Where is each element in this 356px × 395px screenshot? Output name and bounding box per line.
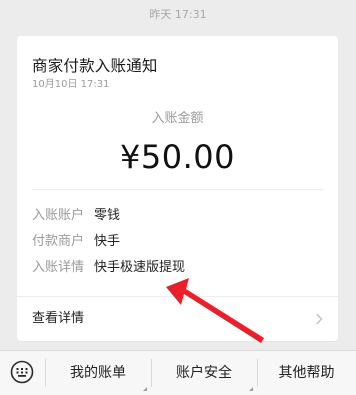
detail-row-merchant: 付款商户 快手	[32, 232, 120, 252]
keyboard-icon[interactable]	[10, 360, 34, 384]
tab-label: 账户安全	[176, 365, 232, 381]
amount-value: ¥50.00	[120, 138, 235, 176]
tab-label: 我的账单	[70, 365, 126, 381]
tab-other-help[interactable]: 其他帮助	[257, 351, 356, 395]
card-time: 10月10日 17:31	[32, 79, 110, 90]
bottom-menu-bar: 我的账单 账户安全 其他帮助	[0, 350, 356, 395]
detail-value: 快手极速版提现	[94, 260, 186, 275]
view-details-link[interactable]: 查看详情	[17, 297, 338, 341]
tab-label: 其他帮助	[278, 365, 335, 381]
tab-my-bills[interactable]: 我的账单	[45, 351, 151, 395]
detail-row-account: 入账账户 零钱	[32, 206, 120, 226]
amount-label: 入账金额	[151, 111, 204, 126]
detail-label: 付款商户	[32, 234, 85, 249]
menu-caret-icon	[249, 383, 253, 391]
divider	[32, 189, 323, 190]
view-details-label: 查看详情	[32, 311, 85, 326]
detail-label: 入账详情	[32, 260, 85, 275]
detail-label: 入账账户	[32, 208, 85, 223]
menu-caret-icon	[143, 383, 147, 391]
notification-card[interactable]: 商家付款入账通知 10月10日 17:31 入账金额 ¥50.00 入账账户 零钱…	[17, 36, 338, 341]
chevron-right-icon	[316, 313, 323, 325]
detail-value: 零钱	[94, 208, 121, 223]
tab-account-security[interactable]: 账户安全	[151, 351, 257, 395]
message-timestamp: 昨天 17:31	[149, 8, 207, 21]
detail-row-details: 入账详情 快手极速版提现	[32, 258, 185, 278]
card-title: 商家付款入账通知	[32, 57, 158, 75]
detail-value: 快手	[94, 234, 121, 249]
